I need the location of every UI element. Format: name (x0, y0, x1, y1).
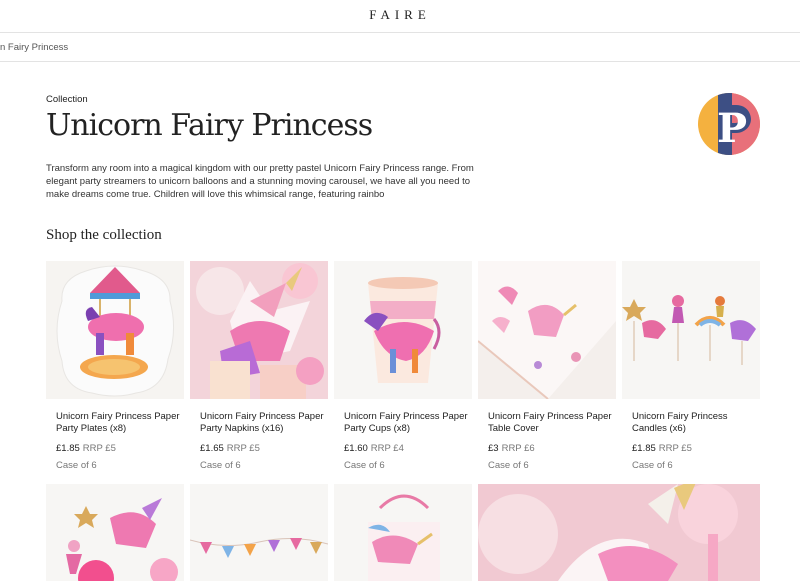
product-case-size: Case of 6 (488, 460, 529, 471)
carousel-plate-image[interactable] (46, 261, 184, 399)
collection-description: Transform any room into a magical kingdo… (46, 163, 474, 200)
product-prices: £1.85 RRP £5 (46, 443, 184, 454)
product-case-size: Case of 6 (200, 460, 241, 471)
brand-logo-letter: P (717, 105, 747, 152)
section-heading: Shop the collection (46, 227, 162, 243)
product-prices: £1.85 RRP £5 (622, 443, 760, 454)
brand-logo-icon: P (698, 93, 760, 155)
party-cup-image[interactable] (334, 261, 472, 399)
party-bag-image[interactable] (334, 484, 472, 581)
unicorn-napkins-image[interactable] (190, 261, 328, 399)
brand-logo[interactable]: P (698, 93, 760, 155)
breadcrumb: n Fairy Princess (0, 33, 800, 62)
product-name[interactable]: Unicorn Fairy Princess Paper Party Napki… (190, 411, 326, 435)
candles-image[interactable] (622, 261, 760, 399)
faire-logo[interactable]: FAIRE (0, 7, 800, 23)
product-rrp: RRP £5 (226, 443, 260, 454)
product-price: £1.60 (344, 443, 368, 454)
product-case-size: Case of 6 (344, 460, 385, 471)
top-navigation: FAIRE (0, 0, 800, 33)
product-name[interactable]: Unicorn Fairy Princess Paper Table Cover (478, 411, 614, 435)
table-cover-image[interactable] (478, 261, 616, 399)
garland-image[interactable] (190, 484, 328, 581)
product-name[interactable]: Unicorn Fairy Princess Paper Party Plate… (46, 411, 182, 435)
product-case-size: Case of 6 (56, 460, 97, 471)
product-card[interactable]: Unicorn Fairy Princess Paper Table Cover… (478, 261, 616, 471)
collection-eyebrow: Collection (46, 94, 88, 105)
product-prices: £1.65 RRP £5 (190, 443, 328, 454)
product-prices: £3 RRP £6 (478, 443, 616, 454)
unicorn-closeup-image[interactable] (478, 484, 760, 581)
product-name[interactable]: Unicorn Fairy Princess Paper Party Cups … (334, 411, 470, 435)
page-title: Unicorn Fairy Princess (46, 108, 373, 143)
product-card[interactable]: Unicorn Fairy Princess Paper Party Plate… (46, 261, 184, 471)
product-price: £3 (488, 443, 499, 454)
product-card[interactable]: Unicorn Fairy Princess Paper Party Cups … (334, 261, 472, 471)
product-card[interactable]: Unicorn Fairy Princess Candles (x6) £1.8… (622, 261, 760, 471)
product-case-size: Case of 6 (632, 460, 673, 471)
breadcrumb-current[interactable]: n Fairy Princess (0, 42, 68, 53)
product-prices: £1.60 RRP £4 (334, 443, 472, 454)
product-rrp: RRP £4 (370, 443, 404, 454)
product-price: £1.85 (56, 443, 80, 454)
product-price: £1.85 (632, 443, 656, 454)
product-name[interactable]: Unicorn Fairy Princess Candles (x6) (622, 411, 758, 435)
product-rrp: RRP £6 (501, 443, 535, 454)
product-card[interactable]: Unicorn Fairy Princess Paper Party Napki… (190, 261, 328, 471)
product-rrp: RRP £5 (658, 443, 692, 454)
hanging-decorations-image[interactable] (46, 484, 184, 581)
product-rrp: RRP £5 (82, 443, 116, 454)
product-price: £1.65 (200, 443, 224, 454)
